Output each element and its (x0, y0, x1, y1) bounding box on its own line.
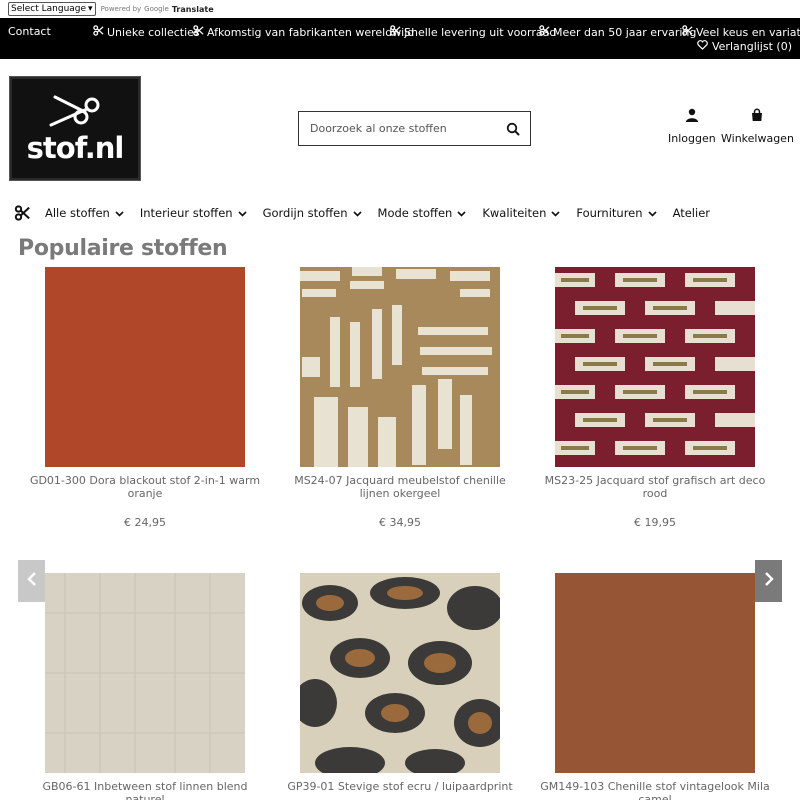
nav-item-atelier[interactable]: Atelier (673, 206, 710, 220)
nav-item-label: Atelier (672, 206, 711, 220)
top-bar: Contact Unieke collecties Afkomstig van … (0, 18, 800, 59)
product-card[interactable]: GP39-01 Stevige stof ecru / luipaardprin… (280, 573, 520, 793)
product-name[interactable]: GP39-01 Stevige stof ecru / luipaardprin… (280, 780, 520, 793)
product-price: € 34,95 (379, 516, 421, 529)
chevron-down-icon (115, 206, 124, 220)
product-name[interactable]: MS23-25 Jacquard stof grafisch art deco … (535, 474, 775, 500)
powered-by-label: Powered by (100, 5, 142, 13)
user-icon (685, 108, 699, 132)
language-select-label: Select Language (11, 4, 87, 14)
product-card[interactable]: GM149-103 Chenille stof vintagelook Mila… (535, 573, 775, 800)
product-name[interactable]: GM149-103 Chenille stof vintagelook Mila… (535, 780, 775, 800)
product-image[interactable] (555, 573, 755, 773)
cart-button[interactable]: Winkelwagen (721, 108, 794, 145)
translate-link[interactable]: Translate (172, 5, 214, 14)
product-name[interactable]: GB06-61 Inbetween stof linnen blend natu… (25, 780, 265, 800)
nav-item-label: Gordijn stoffen (262, 206, 348, 220)
chevron-down-icon (551, 206, 560, 220)
chevron-down-icon (352, 206, 362, 220)
chevron-down-icon (457, 206, 466, 220)
carousel-next-button[interactable] (755, 560, 782, 602)
scissors-logo-icon (49, 95, 100, 127)
powered-by: Powered by Google Translate (101, 5, 214, 14)
scissors-home-icon[interactable] (14, 205, 31, 221)
product-card[interactable]: GB06-61 Inbetween stof linnen blend natu… (25, 573, 265, 800)
product-name[interactable]: GD01-300 Dora blackout stof 2-in-1 warm … (25, 474, 265, 500)
chevron-left-icon (26, 571, 37, 591)
usp-item: Veel keus en variatie (682, 25, 800, 39)
chevron-down-icon (647, 206, 657, 220)
nav-item-label: Fournituren (576, 206, 643, 220)
wishlist-link[interactable]: Verlanglijst (0) (697, 40, 792, 53)
section-title: Populaire stoffen (18, 236, 228, 261)
product-card[interactable]: MS24-07 Jacquard meubelstof chenille lij… (280, 267, 520, 529)
usp-item: Afkomstig van fabrikanten wereldwijd (193, 25, 414, 39)
search-input[interactable] (299, 112, 494, 145)
product-card[interactable]: GD01-300 Dora blackout stof 2-in-1 warm … (25, 267, 265, 529)
logo-text: stof.nl (26, 131, 125, 165)
login-button[interactable]: Inloggen (668, 108, 716, 145)
carousel-prev-button[interactable] (18, 560, 45, 602)
scissors-icon (539, 25, 550, 39)
nav-item-fournituren[interactable]: Fournituren (576, 206, 657, 220)
usp-item: Meer dan 50 jaar ervaring (539, 25, 696, 39)
nav-item-kwaliteiten[interactable]: Kwaliteiten (482, 206, 560, 220)
usp-item: Snelle levering uit voorraad (390, 25, 556, 39)
product-image[interactable] (300, 267, 500, 467)
main-nav: Alle stoffen Interieur stoffen Gordijn s… (14, 203, 726, 223)
usp-label: Meer dan 50 jaar ervaring (553, 25, 697, 39)
cart-label: Winkelwagen (721, 132, 794, 145)
usp-label: Veel keus en variatie (696, 25, 800, 39)
product-image[interactable] (555, 267, 755, 467)
search-box (298, 111, 531, 146)
usp-label: Snelle levering uit voorraad (404, 25, 557, 39)
product-image[interactable] (45, 573, 245, 773)
nav-item-alle-stoffen[interactable]: Alle stoffen (45, 206, 124, 220)
product-image[interactable] (45, 267, 245, 467)
chevron-right-icon (764, 571, 774, 591)
scissors-icon (390, 25, 401, 39)
contact-link[interactable]: Contact (8, 25, 51, 38)
scissors-icon (682, 25, 693, 39)
google-logo: Google (144, 5, 169, 13)
product-image[interactable] (300, 573, 500, 773)
chevron-down-icon (238, 206, 247, 220)
product-card[interactable]: MS23-25 Jacquard stof grafisch art deco … (535, 267, 775, 529)
shopping-bag-icon (750, 108, 764, 132)
product-price: € 19,95 (634, 516, 676, 529)
site-logo[interactable]: stof.nl (10, 77, 140, 180)
product-price: € 24,95 (124, 516, 166, 529)
login-label: Inloggen (668, 132, 716, 145)
heart-icon (697, 40, 708, 53)
nav-item-mode-stoffen[interactable]: Mode stoffen (378, 206, 467, 220)
google-translate-bar: Select Language ▾ Powered by Google Tran… (0, 0, 800, 18)
nav-item-interieur-stoffen[interactable]: Interieur stoffen (140, 206, 247, 220)
chevron-down-icon: ▾ (88, 4, 93, 14)
usp-item: Unieke collecties (93, 25, 200, 39)
scissors-icon (93, 25, 104, 39)
nav-item-label: Alle stoffen (45, 206, 110, 220)
scissors-icon (193, 25, 204, 39)
product-name[interactable]: MS24-07 Jacquard meubelstof chenille lij… (280, 474, 520, 500)
nav-item-gordijn-stoffen[interactable]: Gordijn stoffen (263, 206, 362, 220)
nav-item-label: Kwaliteiten (482, 206, 547, 220)
nav-item-label: Interieur stoffen (139, 206, 233, 220)
usp-label: Afkomstig van fabrikanten wereldwijd (207, 25, 415, 39)
language-select[interactable]: Select Language ▾ (8, 2, 96, 16)
wishlist-label: Verlanglijst (0) (711, 40, 792, 53)
search-icon[interactable] (506, 121, 522, 137)
nav-item-label: Mode stoffen (377, 206, 453, 220)
usp-label: Unieke collecties (107, 25, 200, 39)
